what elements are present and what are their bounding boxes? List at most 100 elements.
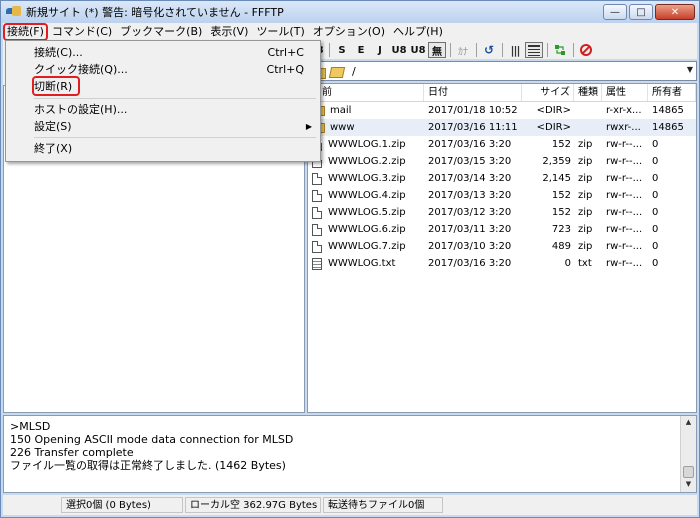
scroll-up-icon[interactable]: ▲ — [683, 418, 694, 428]
cell-name: WWWLOG.5.zip — [308, 206, 424, 219]
cell-type: zip — [578, 190, 593, 201]
detail-view-icon[interactable] — [525, 42, 543, 58]
cell-type: zip — [578, 173, 593, 184]
cell-date: 2017/03/11 3:20 — [428, 224, 512, 235]
cell-name: WWWLOG.4.zip — [308, 189, 424, 202]
column-owner[interactable]: 所有者 — [648, 84, 696, 101]
menu-item-shortcut: Ctrl+C — [267, 45, 304, 59]
menu-view[interactable]: 表示(V) — [206, 23, 252, 41]
stop-icon[interactable] — [577, 42, 595, 58]
log-scrollbar[interactable]: ▲ ▼ — [680, 416, 696, 492]
cell-size: 152 — [551, 190, 571, 201]
log-panel[interactable]: >MLSD 150 Opening ASCII mode data connec… — [3, 415, 697, 493]
scroll-down-icon[interactable]: ▼ — [683, 480, 694, 490]
cell-owner: 14865 — [652, 105, 684, 116]
menu-item-label: 設定(S) — [34, 120, 72, 133]
menu-item-host-settings[interactable]: ホストの設定(H)... — [6, 100, 320, 118]
cell-name: WWWLOG.txt — [308, 257, 424, 270]
remote-toolbar: U8 S E J U8 U8 無 ｶﾅ ↺ ||| — [307, 41, 697, 59]
remote-path-combo[interactable]: / ▼ — [307, 61, 697, 81]
menu-item-connect[interactable]: 接続(C)... Ctrl+C — [6, 43, 320, 61]
menu-tools[interactable]: ツール(T) — [252, 23, 308, 41]
table-row[interactable]: www 2017/03/16 11:11 <DIR> rwxr-... 14865 — [308, 119, 696, 136]
menu-item-label: 終了(X) — [34, 142, 73, 155]
cell-type: zip — [578, 207, 593, 218]
scroll-thumb[interactable] — [683, 466, 694, 478]
kanji-none-button[interactable]: 無 — [428, 42, 446, 58]
cell-attr: rw-r--... — [606, 207, 643, 218]
cell-type: zip — [578, 156, 593, 167]
cell-owner: 0 — [652, 258, 659, 269]
table-row[interactable]: WWWLOG.2.zip 2017/03/15 3:20 2,359 zip rw-r-… — [308, 153, 696, 170]
kanji-jis-button[interactable]: J — [371, 42, 389, 58]
refresh-icon[interactable]: ↺ — [480, 42, 498, 58]
list-view-icon[interactable]: ||| — [506, 42, 524, 58]
cell-type: zip — [578, 224, 593, 235]
minimize-button[interactable]: — — [603, 4, 627, 20]
menu-item-shortcut: Ctrl+Q — [266, 62, 304, 76]
cell-size: 2,145 — [542, 173, 571, 184]
menu-command[interactable]: コマンド(C) — [48, 23, 116, 41]
kanji-utf8bom-button[interactable]: U8 — [409, 42, 427, 58]
kanji-euc-button[interactable]: E — [352, 42, 370, 58]
menu-help[interactable]: ヘルプ(H) — [389, 23, 447, 41]
app-window: 新規サイト (*) 警告: 暗号化されていません - FFFTP — □ ✕ 接… — [0, 0, 700, 518]
column-type[interactable]: 種類 — [574, 84, 602, 101]
toolbar-separator — [476, 43, 477, 57]
menu-options[interactable]: オプション(O) — [309, 23, 389, 41]
file-name: WWWLOG.2.zip — [328, 156, 406, 167]
kana-convert-button[interactable]: ｶﾅ — [454, 42, 472, 58]
status-queue: 転送待ちファイル0個 — [323, 497, 443, 513]
cell-attr: r-xr-x... — [606, 105, 642, 116]
table-row[interactable]: WWWLOG.6.zip 2017/03/11 3:20 723 zip rw-r--.… — [308, 221, 696, 238]
close-button[interactable]: ✕ — [655, 4, 695, 20]
file-icon — [312, 240, 322, 253]
column-name[interactable]: 名前 — [308, 84, 424, 101]
title-bar: 新規サイト (*) 警告: 暗号化されていません - FFFTP — □ ✕ — [1, 1, 699, 23]
file-name: WWWLOG.3.zip — [328, 173, 406, 184]
column-size[interactable]: サイズ — [522, 84, 574, 101]
chevron-down-icon[interactable]: ▼ — [687, 65, 693, 74]
cell-date: 2017/03/13 3:20 — [428, 190, 512, 201]
log-line: ファイル一覧の取得は正常終了しました. (1462 Bytes) — [10, 459, 286, 472]
cell-name: www — [308, 122, 424, 133]
sync-folder-icon[interactable] — [551, 42, 569, 58]
window-title: 新規サイト (*) 警告: 暗号化されていません - FFFTP — [26, 6, 284, 19]
toolbar-separator — [450, 43, 451, 57]
cell-owner: 0 — [652, 156, 659, 167]
kanji-sjis-button[interactable]: S — [333, 42, 351, 58]
log-line: 226 Transfer complete — [10, 446, 134, 459]
kanji-utf8n-button[interactable]: U8 — [390, 42, 408, 58]
menu-item-exit[interactable]: 終了(X) — [6, 139, 320, 157]
remote-file-list[interactable]: 名前 日付 サイズ 種類 属性 所有者 mail 2017/01/18 10:52… — [307, 83, 697, 413]
cell-date: 2017/03/12 3:20 — [428, 207, 512, 218]
cell-attr: rw-r--... — [606, 258, 643, 269]
table-row[interactable]: WWWLOG.4.zip 2017/03/13 3:20 152 zip rw-r--.… — [308, 187, 696, 204]
column-date[interactable]: 日付 — [424, 84, 522, 101]
file-name: WWWLOG.txt — [328, 258, 396, 269]
table-row[interactable]: WWWLOG.5.zip 2017/03/12 3:20 152 zip rw-r--.… — [308, 204, 696, 221]
file-name: WWWLOG.6.zip — [328, 224, 406, 235]
column-attr[interactable]: 属性 — [602, 84, 648, 101]
table-row[interactable]: WWWLOG.7.zip 2017/03/10 3:20 489 zip rw-r--.… — [308, 238, 696, 255]
text-file-icon — [312, 257, 322, 270]
menu-item-label: ホストの設定(H)... — [34, 103, 128, 116]
maximize-button[interactable]: □ — [629, 4, 653, 20]
cell-name: WWWLOG.3.zip — [308, 172, 424, 185]
menu-item-settings[interactable]: 設定(S) ▶ — [6, 117, 320, 135]
file-icon — [312, 189, 322, 202]
table-row[interactable]: mail 2017/01/18 10:52 <DIR> r-xr-x... 14865 — [308, 102, 696, 119]
menu-item-label: 接続(C)... — [34, 46, 83, 59]
table-row[interactable]: WWWLOG.3.zip 2017/03/14 3:20 2,145 zip rw-r-… — [308, 170, 696, 187]
table-row[interactable]: WWWLOG.txt 2017/03/16 3:20 0 txt rw-r--... 0 — [308, 255, 696, 272]
menu-connect[interactable]: 接続(F) — [3, 23, 48, 41]
toolbar-separator — [502, 43, 503, 57]
menu-bar: 接続(F) コマンド(C) ブックマーク(B) 表示(V) ツール(T) オプシ… — [3, 23, 697, 41]
cell-name: WWWLOG.1.zip — [308, 138, 424, 151]
file-name: WWWLOG.5.zip — [328, 207, 406, 218]
cell-size: 152 — [551, 139, 571, 150]
menu-bookmark[interactable]: ブックマーク(B) — [116, 23, 206, 41]
open-folder-icon[interactable] — [330, 65, 344, 77]
cell-size: 2,359 — [542, 156, 571, 167]
table-row[interactable]: WWWLOG.1.zip 2017/03/16 3:20 152 zip rw-r--.… — [308, 136, 696, 153]
